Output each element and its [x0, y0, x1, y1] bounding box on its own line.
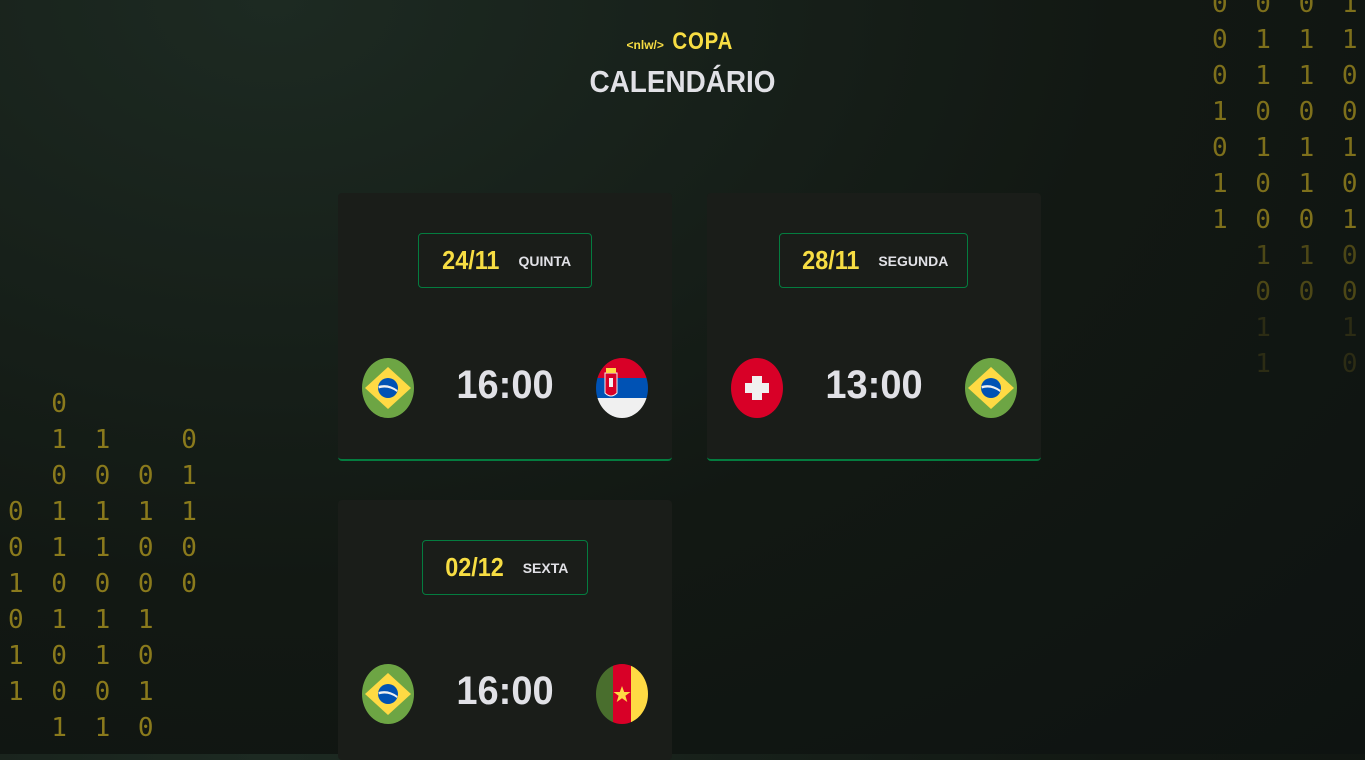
binary-line: 0 0 0 1: [8, 461, 203, 491]
match-date: 24/11: [442, 245, 500, 275]
match-card: 02/12 SEXTA 16:00: [338, 500, 672, 760]
match-weekday: SEGUNDA: [878, 252, 949, 269]
binary-line: 1 0 1 0: [8, 641, 160, 671]
binary-line: 1 0 0 0 0: [1212, 97, 1364, 127]
page-header: <nlw/> COPA CALENDÁRIO: [0, 28, 1365, 100]
binary-line: 1 1 0: [8, 425, 203, 455]
binary-line: 1 0: [1212, 349, 1364, 379]
match-row: 16:00: [338, 357, 672, 419]
binary-line: 1 1: [1212, 313, 1364, 343]
binary-line: 1 0 0 0 0: [8, 569, 203, 599]
binary-line: 0 1 1 1 1: [8, 497, 203, 527]
logo-name: COPA: [672, 28, 734, 55]
binary-line: 0 1 1 0 0: [8, 533, 203, 563]
binary-decoration-left: 0 1 1 0 0 0 0 1 0 1 1 1 1 0 1 1 0 0 1 0 …: [8, 386, 203, 746]
match-card: 28/11 SEGUNDA 13:00: [707, 193, 1041, 461]
binary-line: 1 0 0 1: [8, 677, 160, 707]
cameroon-flag-icon: [596, 664, 648, 724]
page-title: CALENDÁRIO: [589, 64, 776, 99]
binary-line: 0 0 0 1: [1212, 0, 1364, 19]
binary-line: 0 1 1 1: [8, 605, 160, 635]
match-date: 28/11: [801, 245, 860, 275]
match-card: 24/11 QUINTA 16:00: [338, 193, 672, 461]
match-weekday: QUINTA: [518, 252, 572, 269]
match-weekday: SEXTA: [522, 559, 569, 576]
logo: <nlw/> COPA: [627, 28, 739, 56]
brazil-flag-icon: [965, 358, 1017, 418]
match-date: 02/12: [444, 552, 504, 582]
match-row: 13:00: [707, 357, 1041, 419]
date-badge: 28/11 SEGUNDA: [779, 233, 968, 288]
binary-line: 0 0 0: [1212, 277, 1364, 307]
binary-line: 1 1 0: [1212, 241, 1364, 271]
date-badge: 02/12 SEXTA: [422, 540, 588, 595]
binary-line: 1 0 0 1: [1212, 205, 1364, 235]
binary-line: 1 0 1 0: [1212, 169, 1364, 199]
binary-line: 1 1 0: [8, 713, 160, 743]
serbia-flag-icon: [596, 358, 648, 418]
date-badge: 24/11 QUINTA: [418, 233, 592, 288]
binary-line: 0 1 1 1: [1212, 133, 1364, 163]
logo-tag: <nlw/>: [626, 38, 664, 52]
match-row: 16:00: [338, 663, 672, 725]
binary-line: 0: [8, 389, 73, 419]
